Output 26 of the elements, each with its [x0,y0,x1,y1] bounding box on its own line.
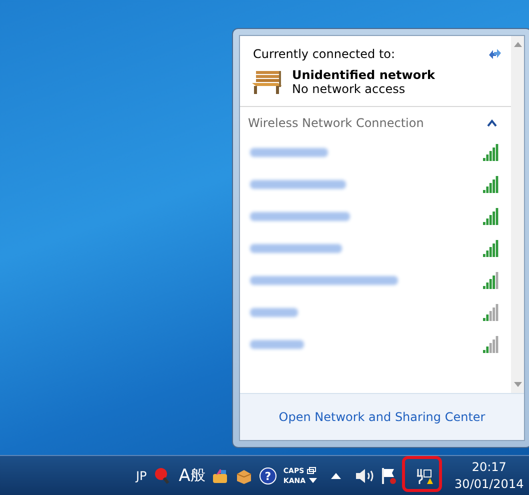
clock[interactable]: 20:17 30/01/2014 [454,458,524,492]
chevron-icon[interactable] [487,119,497,127]
ime-conversion-mode[interactable]: 般 [190,466,206,485]
pin-icon[interactable] [152,466,171,484]
help-icon[interactable]: ? [259,466,278,484]
speaker-icon[interactable] [354,468,375,484]
language-indicator[interactable]: JP [136,468,147,482]
scrollbar[interactable] [511,36,524,393]
blurred-network-name [250,308,298,316]
bench-icon [250,69,284,95]
show-hidden-icons-icon[interactable] [330,472,341,478]
ime-input-mode[interactable]: A [178,466,190,486]
scroll-up-icon[interactable] [514,42,522,47]
connected-heading: Currently connected to: [253,47,396,61]
blurred-network-name [250,340,304,348]
dropdown-icon[interactable] [308,478,317,483]
network-name: Unidentified network [292,68,435,82]
network-status: No network access [292,82,406,96]
clock-time: 20:17 [472,458,506,476]
scroll-down-icon[interactable] [514,382,522,387]
section-heading: Wireless Network Connection [248,116,424,130]
toolbox-icon[interactable] [211,466,230,484]
flag-icon[interactable] [380,466,397,484]
clock-date: 30/01/2014 [454,476,524,492]
network-warning-icon[interactable] [414,466,433,484]
windows-icon[interactable] [307,467,316,474]
